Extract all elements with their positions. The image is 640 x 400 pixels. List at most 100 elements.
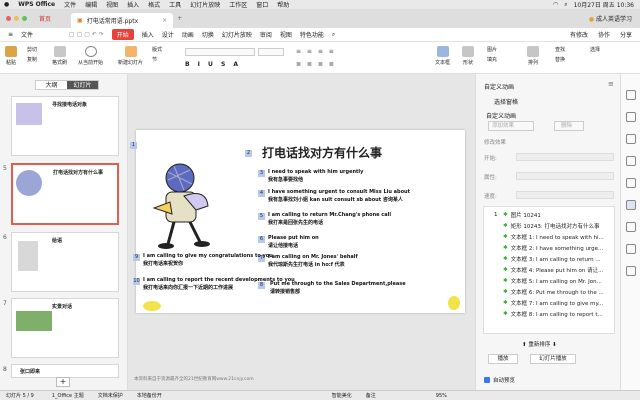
slide-textbox[interactable]: I am calling on Mr. Jones' behalf 我代琼斯先生打… [268, 253, 358, 269]
new-slide-button[interactable]: 新建幻灯片 [118, 46, 143, 66]
share-button[interactable]: 分享 [620, 30, 632, 39]
document-tab[interactable]: ▣ 打电话常用语.pptx × [71, 13, 174, 28]
animation-item[interactable]: ✱ 文本框 3: I am calling to return ... [494, 254, 622, 264]
properties-icon[interactable] [626, 90, 636, 100]
shapes-button[interactable]: 形状 [462, 46, 474, 66]
transition-icon[interactable] [626, 222, 636, 232]
beautify-button[interactable]: 智能美化 [332, 392, 352, 399]
tab-insert[interactable]: 插入 [142, 30, 154, 39]
quick-access-icons[interactable]: ▢ ▢ ▢ ↶ ↷ [69, 31, 104, 38]
format-painter-button[interactable]: 格式刷 [52, 46, 67, 66]
menu-window[interactable]: 窗口 [256, 0, 268, 9]
paragraph-buttons[interactable]: ≡ ≡ ≡ ≡ [296, 48, 336, 55]
animation-item[interactable]: ✱ 文本框 5: I am calling on Mr. Jon... [494, 276, 622, 286]
fill-button[interactable]: 填充 [487, 56, 497, 63]
close-window-button[interactable] [6, 16, 11, 21]
slide-thumbnail[interactable]: 寻找接电话对象 [11, 96, 119, 156]
add-slide-button[interactable]: + [56, 377, 70, 387]
collaborate-button[interactable]: 协作 [598, 30, 610, 39]
menu-help[interactable]: 帮助 [277, 0, 289, 9]
select-button[interactable]: 选择 [590, 46, 600, 53]
menu-hamburger-icon[interactable]: ≡ [8, 31, 13, 38]
tab-home[interactable]: 开始 [111, 29, 134, 40]
apple-icon[interactable]: ● [4, 1, 9, 8]
start-select[interactable] [516, 153, 614, 161]
wifi-icon[interactable]: ◠ [553, 1, 558, 8]
tab-view[interactable]: 视图 [280, 30, 292, 39]
history-icon[interactable] [626, 244, 636, 254]
menu-slideshow[interactable]: 幻灯片放映 [190, 0, 220, 9]
slide-textbox[interactable]: I have something urgent to consult Miss … [268, 188, 410, 204]
arrange-button[interactable]: 排列 [527, 46, 539, 66]
home-tab[interactable]: 首页 [39, 14, 51, 23]
user-account[interactable]: ● 成人英语学习 [589, 14, 632, 23]
reorder-control[interactable]: ⬆ 重新排序 ⬇ [522, 340, 557, 348]
panel-menu-icon[interactable]: ≡ [608, 80, 614, 88]
search-icon[interactable]: ⌕ [332, 31, 335, 39]
tab-review[interactable]: 审阅 [260, 30, 272, 39]
arrange-label[interactable]: 排列 [528, 59, 538, 66]
autopreview-checkbox[interactable] [484, 377, 490, 383]
tab-animation[interactable]: 动画 [182, 30, 194, 39]
animation-item[interactable]: ✱ 文本框 2: I have something urge... [494, 243, 622, 253]
animation-icon[interactable] [626, 200, 636, 210]
menu-workspace[interactable]: 工作区 [229, 0, 247, 9]
search-icon[interactable]: ⌕ [564, 1, 567, 9]
copy-button[interactable]: 复制 [27, 56, 37, 63]
tab-design[interactable]: 设计 [162, 30, 174, 39]
animation-item[interactable]: ✱ 文本框 4: Please put him on 请让... [494, 265, 622, 275]
slide-textbox[interactable]: I am calling to give my congratulations … [143, 252, 273, 268]
replace-button[interactable]: 替换 [555, 56, 565, 63]
slide-textbox[interactable]: Put me through to the Sales Department,p… [270, 280, 406, 296]
design-icon[interactable] [626, 112, 636, 122]
zoom-level[interactable]: 95% [436, 393, 447, 399]
tab-features[interactable]: 特色功能 [300, 30, 324, 39]
animation-item[interactable]: ✱ 矩形 10243: 打电话找对方有什么事 [494, 221, 622, 231]
selection-pane-link[interactable]: 选择窗格 [494, 97, 518, 106]
textbox-button[interactable]: 文本框 [435, 46, 450, 66]
menu-tools[interactable]: 工具 [169, 0, 181, 9]
slide[interactable]: 1 2 打电话找对方有什么事 3 I need to speak with hi… [130, 130, 465, 313]
cut-button[interactable]: 剪切 [27, 46, 37, 53]
selection-icon[interactable] [626, 178, 636, 188]
menu-view[interactable]: 视图 [106, 0, 118, 9]
property-select[interactable] [516, 172, 614, 180]
slide-textbox[interactable]: I need to speak with him urgently 我有急事要找他 [268, 168, 363, 184]
slide-thumbnail[interactable]: 给语 [11, 232, 119, 292]
slide-thumbnail[interactable]: 实景对话 [11, 298, 119, 358]
maximize-window-button[interactable] [22, 16, 27, 21]
tab-slideshow[interactable]: 幻灯片放映 [222, 30, 252, 39]
textbox-label[interactable]: 文本框 [435, 59, 450, 66]
shapes-label[interactable]: 形状 [463, 59, 473, 66]
tab-slides[interactable]: 幻灯片 [67, 81, 98, 89]
alignment-buttons[interactable]: ≣ ≣ ≣ ≣ [296, 61, 336, 68]
font-name-select[interactable] [185, 48, 255, 56]
autopreview-option[interactable]: 自动预览 [484, 376, 515, 384]
layout-button[interactable]: 版式 [152, 46, 162, 53]
animation-item[interactable]: ✱ 文本框 1: I need to speak with hi... [494, 232, 622, 242]
minimize-window-button[interactable] [14, 16, 19, 21]
layout-icon[interactable] [626, 134, 636, 144]
help-icon[interactable] [626, 266, 636, 276]
tab-transition[interactable]: 切换 [202, 30, 214, 39]
slide-thumbnail-selected[interactable]: 打电话找对方有什么事 [11, 163, 119, 225]
font-style-buttons[interactable]: B I U S A [185, 61, 241, 68]
clock[interactable]: 10月27日 周五 10:36 [574, 0, 634, 9]
close-tab-icon[interactable]: × [162, 17, 167, 24]
find-button[interactable]: 查找 [555, 46, 565, 53]
slide-textbox[interactable]: I am calling to return Mr.Chang's phone … [268, 211, 391, 227]
animation-item[interactable]: ✱ 文本框 8: I am calling to report t... [494, 309, 622, 319]
add-effect-button[interactable]: 添加效果 [488, 121, 534, 131]
menu-edit[interactable]: 编辑 [85, 0, 97, 9]
slide-title[interactable]: 打电话找对方有什么事 [262, 144, 382, 161]
delete-effect-button[interactable]: 删除 [554, 121, 584, 131]
play-from-current-button[interactable]: 从当前开始 [78, 46, 103, 66]
backup-status[interactable]: 本地备份开 [137, 392, 162, 399]
custom-animation-link[interactable]: 自定义动画 [486, 111, 516, 120]
slide-textbox[interactable]: Please put him on 请让他接电话 [268, 234, 319, 250]
tab-outline[interactable]: 大纲 [36, 81, 67, 89]
animation-item[interactable]: 1 ✱ 图片 10241 [494, 210, 622, 220]
new-tab-icon[interactable]: + [177, 15, 182, 22]
slideshow-button[interactable]: 幻灯片播放 [530, 354, 576, 364]
slide-thumbnail[interactable]: 张口即来 [11, 364, 119, 378]
